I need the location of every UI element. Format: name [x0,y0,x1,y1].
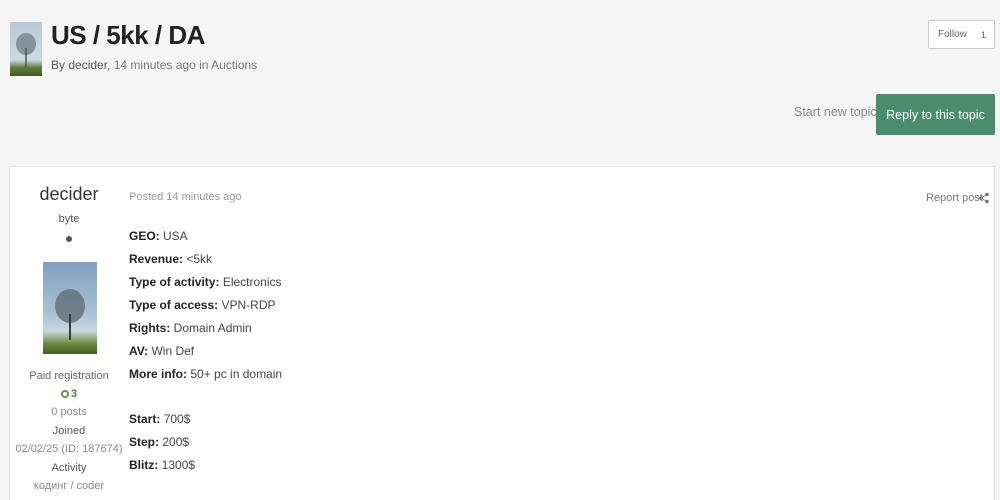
post-author-rank: byte [58,213,80,225]
line-value: Electronics [222,275,282,289]
online-status-icon [66,236,72,242]
line-key: Rights: [129,321,171,335]
post-line: Type of activity: Electronics [129,275,282,289]
post-author-name[interactable]: decider [10,184,128,205]
line-key: Start: [129,412,161,426]
post-line: Step: 200$ [129,435,189,449]
line-key: More info: [129,367,187,381]
reply-button[interactable]: Reply to this topic [876,94,995,135]
follow-button[interactable]: Follow 1 [928,20,995,49]
post-container: decider byte Paid registration 3 0 posts… [9,166,995,500]
post-line: Rights: Domain Admin [129,321,252,335]
line-value: <5kk [186,252,213,266]
report-post-link[interactable]: Report post [926,192,983,204]
line-value: Win Def [151,344,195,358]
post-line: Type of access: VPN-RDP [129,298,276,312]
activity-value: кодинг / coder [33,480,105,492]
post-line: AV: Win Def [129,344,194,358]
post-line: GEO: USA [129,229,188,243]
author-group: Paid registration [29,370,109,382]
byline-prefix: By [51,58,66,72]
topic-time: 14 minutes ago [113,58,196,72]
post-line: Revenue: <5kk [129,252,212,266]
line-key: Type of activity: [129,275,220,289]
line-key: Type of access: [129,298,219,312]
line-value: 1300$ [161,458,196,472]
share-icon[interactable] [979,192,989,204]
author-link[interactable]: decider, [68,58,110,72]
line-value: 700$ [163,412,191,426]
author-thumbnail[interactable] [10,22,42,76]
reputation-badge: 3 [10,388,128,400]
reputation-value: 3 [70,388,78,400]
byline-in: in [199,58,209,72]
page-title: US / 5kk / DA [51,20,205,50]
line-key: Blitz: [129,458,159,472]
post-line: More info: 50+ pc in domain [129,367,282,381]
line-value: 200$ [162,435,190,449]
follow-label: Follow [938,29,967,40]
line-value: USA [163,229,188,243]
avatar[interactable] [43,262,97,354]
line-value: VPN-RDP [221,298,276,312]
line-value: 50+ pc in domain [190,367,283,381]
post-author-panel: decider byte Paid registration 3 0 posts… [10,167,128,500]
activity-label: Activity [51,462,87,474]
start-new-topic-link[interactable]: Start new topic [794,105,877,119]
topic-byline: By decider, 14 minutes ago in Auctions [51,58,257,72]
line-key: AV: [129,344,149,358]
reputation-icon [60,390,69,398]
joined-value: 02/02/25 (ID: 187674) [15,443,123,455]
forum-link[interactable]: Auctions [211,58,257,72]
topic-header: US / 5kk / DA By decider, 14 minutes ago… [0,0,1000,160]
line-value: Domain Admin [173,321,252,335]
joined-label: Joined [52,425,86,437]
line-key: Revenue: [129,252,184,266]
author-post-count: 0 posts [51,406,87,418]
line-key: GEO: [129,229,160,243]
post-line: Blitz: 1300$ [129,458,195,472]
line-key: Step: [129,435,159,449]
post-timestamp[interactable]: Posted 14 minutes ago [129,191,242,203]
follow-count: 1 [980,30,986,40]
post-line: Start: 700$ [129,412,190,426]
